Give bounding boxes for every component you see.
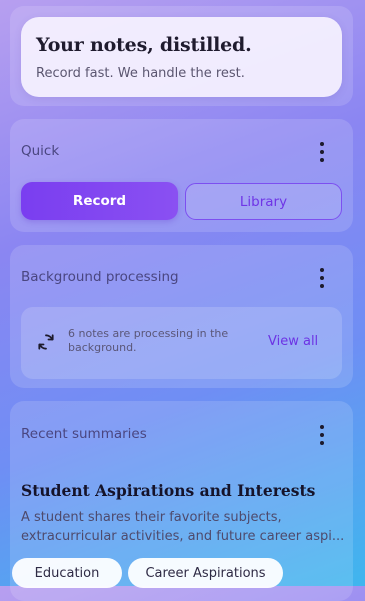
summary-excerpt-line: extracurricular activities, and future c…	[21, 529, 345, 544]
recent-section-title: Recent summaries	[21, 426, 147, 442]
summary-title[interactable]: Student Aspirations and Interests	[21, 481, 315, 500]
background-processing-section: Background processing 6 notes are proces…	[10, 245, 353, 388]
tag-chip[interactable]: Career Aspirations	[128, 558, 283, 588]
processing-status-card: 6 notes are processing in the background…	[21, 307, 342, 379]
background-section-title: Background processing	[21, 269, 179, 285]
hero-card: Your notes, distilled. Record fast. We h…	[21, 17, 342, 97]
sync-icon	[38, 334, 54, 350]
processing-status-line: background.	[68, 341, 137, 354]
quick-menu-icon[interactable]	[315, 142, 329, 162]
recent-summaries-section: Recent summaries Student Aspirations and…	[10, 401, 353, 601]
hero-subtitle: Record fast. We handle the rest.	[36, 66, 245, 81]
hero-title: Your notes, distilled.	[36, 34, 252, 56]
view-all-link[interactable]: View all	[268, 334, 318, 349]
library-button[interactable]: Library	[185, 183, 342, 220]
record-button[interactable]: Record	[21, 182, 178, 220]
background-menu-icon[interactable]	[315, 268, 329, 288]
hero-section: Your notes, distilled. Record fast. We h…	[10, 6, 353, 106]
summary-excerpt: A student shares their favorite subjects…	[21, 508, 346, 546]
tag-chip[interactable]: Education	[12, 558, 122, 588]
processing-status-line: 6 notes are processing in the	[68, 327, 229, 340]
recent-menu-icon[interactable]	[315, 425, 329, 445]
quick-section: Quick Record Library	[10, 119, 353, 232]
summary-excerpt-line: A student shares their favorite subjects…	[21, 510, 282, 525]
quick-section-title: Quick	[21, 143, 60, 159]
processing-status-text: 6 notes are processing in the background…	[68, 327, 248, 355]
